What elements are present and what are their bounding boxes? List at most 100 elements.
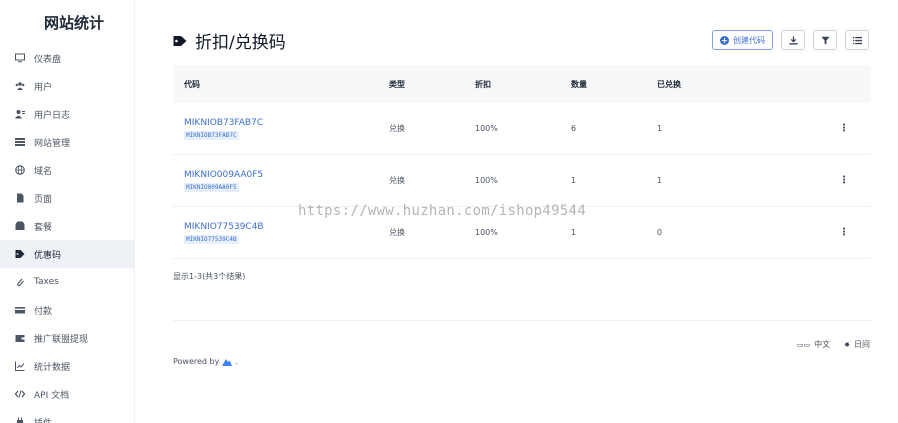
- sidebar-item-label: 仪表盘: [34, 54, 62, 65]
- sidebar-item-plugins[interactable]: 插件: [0, 408, 135, 423]
- quantity-cell: 1: [571, 176, 577, 185]
- code-link[interactable]: MIKNIOB73FAB7C: [184, 118, 389, 128]
- download-icon: [788, 35, 798, 45]
- download-button[interactable]: [781, 30, 805, 50]
- discount-cell: 100%: [475, 228, 498, 237]
- language-icon: ▭▭: [796, 340, 811, 349]
- code-badge: MIKNIOB73FAB7C: [184, 130, 239, 140]
- sidebar-item-statistics[interactable]: 统计数据: [0, 352, 135, 380]
- card-icon: [15, 305, 25, 315]
- sidebar-item-websites[interactable]: 网站管理: [0, 128, 135, 156]
- code-link[interactable]: MIKNIO77539C4B: [184, 222, 389, 232]
- monitor-icon: [15, 53, 25, 63]
- page-title-text: 折扣/兑换码: [195, 33, 286, 53]
- powered-by: Powered by .: [173, 357, 238, 366]
- footer-links: ▭▭ 中文 ✸ 日间: [797, 339, 870, 350]
- filter-icon: [820, 36, 830, 45]
- sidebar-item-plans[interactable]: 套餐: [0, 212, 135, 240]
- sidebar-item-label: API 文档: [34, 390, 70, 401]
- table-header: 代码 类型 折扣 数量 已兑换: [173, 65, 871, 103]
- globe-icon: [15, 165, 25, 175]
- redeemed-cell: 0: [657, 228, 663, 237]
- codes-table: 代码 类型 折扣 数量 已兑换 MIKNIOB73FAB7C MIKNIOB73…: [173, 65, 871, 259]
- code-link[interactable]: MIKNIO009AA0F5: [184, 170, 389, 180]
- pagination-summary: 显示1-3(共3个结果): [173, 272, 246, 281]
- sidebar-item-label: 网站管理: [34, 138, 71, 149]
- more-options-icon[interactable]: ⋮: [837, 175, 871, 186]
- watermark-text: https://www.huzhan.com/ishop49544: [298, 203, 587, 219]
- sort-button[interactable]: [845, 30, 869, 50]
- code-badge: MIKNIO009AA0F5: [184, 182, 239, 192]
- file-icon: [15, 193, 25, 203]
- quantity-cell: 6: [571, 124, 577, 133]
- type-cell: 兑换: [389, 176, 405, 185]
- column-header-redeemed: 已兑换: [657, 79, 681, 89]
- sidebar-item-label: 用户日志: [34, 110, 71, 121]
- plus-circle-icon: +: [720, 35, 729, 45]
- sidebar-item-label: 付款: [34, 306, 53, 317]
- sidebar-item-label: 页面: [34, 194, 53, 205]
- tag-icon: [15, 249, 25, 259]
- sun-icon: ✸: [844, 340, 850, 349]
- user-log-icon: [15, 109, 25, 119]
- paperclip-icon: [15, 277, 25, 287]
- powered-by-suffix: .: [235, 357, 238, 366]
- column-header-discount: 折扣: [475, 79, 491, 89]
- type-cell: 兑换: [389, 124, 405, 133]
- more-options-icon[interactable]: ⋮: [837, 123, 871, 134]
- chart-icon: [15, 361, 25, 371]
- code-cell: MIKNIO77539C4B MIKNIO77539C4B: [173, 222, 389, 244]
- sidebar-item-payments[interactable]: 付款: [0, 296, 135, 324]
- sidebar-item-label: 优惠码: [34, 250, 62, 261]
- create-code-label: 创建代码: [733, 35, 765, 45]
- redeemed-cell: 1: [657, 176, 663, 185]
- code-cell: MIKNIO009AA0F5 MIKNIO009AA0F5: [173, 170, 389, 192]
- brand-title[interactable]: 网站统计: [0, 12, 148, 33]
- discount-cell: 100%: [475, 124, 498, 133]
- sidebar-item-user-logs[interactable]: 用户日志: [0, 100, 135, 128]
- sidebar: 网站统计 仪表盘 用户 用户日志 网站管理 域名 页面 套餐 优惠码 Taxes…: [0, 0, 135, 423]
- filter-button[interactable]: [813, 30, 837, 50]
- sidebar-item-taxes[interactable]: Taxes: [0, 268, 135, 296]
- redeemed-cell: 1: [657, 124, 663, 133]
- sidebar-item-affiliate-withdrawals[interactable]: 推广联盟提现: [0, 324, 135, 352]
- create-code-button[interactable]: + 创建代码: [712, 30, 773, 50]
- discount-cell: 100%: [475, 176, 498, 185]
- sidebar-item-api-docs[interactable]: API 文档: [0, 380, 135, 408]
- table-row: MIKNIO009AA0F5 MIKNIO009AA0F5 兑换 100% 1 …: [173, 155, 871, 207]
- box-icon: [15, 221, 25, 231]
- sidebar-item-label: Taxes: [34, 277, 59, 287]
- code-icon: [15, 389, 25, 399]
- table-row: MIKNIOB73FAB7C MIKNIOB73FAB7C 兑换 100% 6 …: [173, 103, 871, 155]
- type-cell: 兑换: [389, 228, 405, 237]
- sidebar-item-domains[interactable]: 域名: [0, 156, 135, 184]
- quantity-cell: 1: [571, 228, 577, 237]
- sidebar-item-users[interactable]: 用户: [0, 72, 135, 100]
- toolbar: + 创建代码: [712, 30, 869, 50]
- sidebar-item-label: 套餐: [34, 222, 53, 233]
- sidebar-item-label: 统计数据: [34, 362, 71, 373]
- code-cell: MIKNIOB73FAB7C MIKNIOB73FAB7C: [173, 118, 389, 140]
- column-header-quantity: 数量: [571, 79, 587, 89]
- column-header-type: 类型: [389, 79, 405, 89]
- page-title: 折扣/兑换码: [173, 28, 286, 53]
- list-icon: [852, 36, 862, 44]
- sidebar-item-coupons[interactable]: 优惠码: [0, 240, 135, 268]
- sidebar-item-label: 域名: [34, 166, 53, 177]
- theme-label: 日间: [854, 340, 870, 349]
- column-header-code: 代码: [184, 79, 200, 89]
- plugin-icon: [15, 417, 25, 423]
- theme-toggle[interactable]: ✸ 日间: [844, 339, 870, 350]
- more-options-icon[interactable]: ⋮: [837, 227, 871, 238]
- powered-by-text: Powered by: [173, 357, 220, 366]
- sidebar-item-pages[interactable]: 页面: [0, 184, 135, 212]
- list-icon: [15, 137, 25, 147]
- footer-divider: [173, 320, 871, 321]
- brand-logo-icon[interactable]: [222, 358, 233, 366]
- sidebar-item-label: 用户: [34, 82, 53, 93]
- sidebar-item-label: 推广联盟提现: [34, 334, 89, 345]
- users-icon: [15, 81, 25, 91]
- wallet-icon: [15, 333, 25, 343]
- language-selector[interactable]: ▭▭ 中文: [797, 339, 830, 350]
- sidebar-item-dashboard[interactable]: 仪表盘: [0, 44, 135, 72]
